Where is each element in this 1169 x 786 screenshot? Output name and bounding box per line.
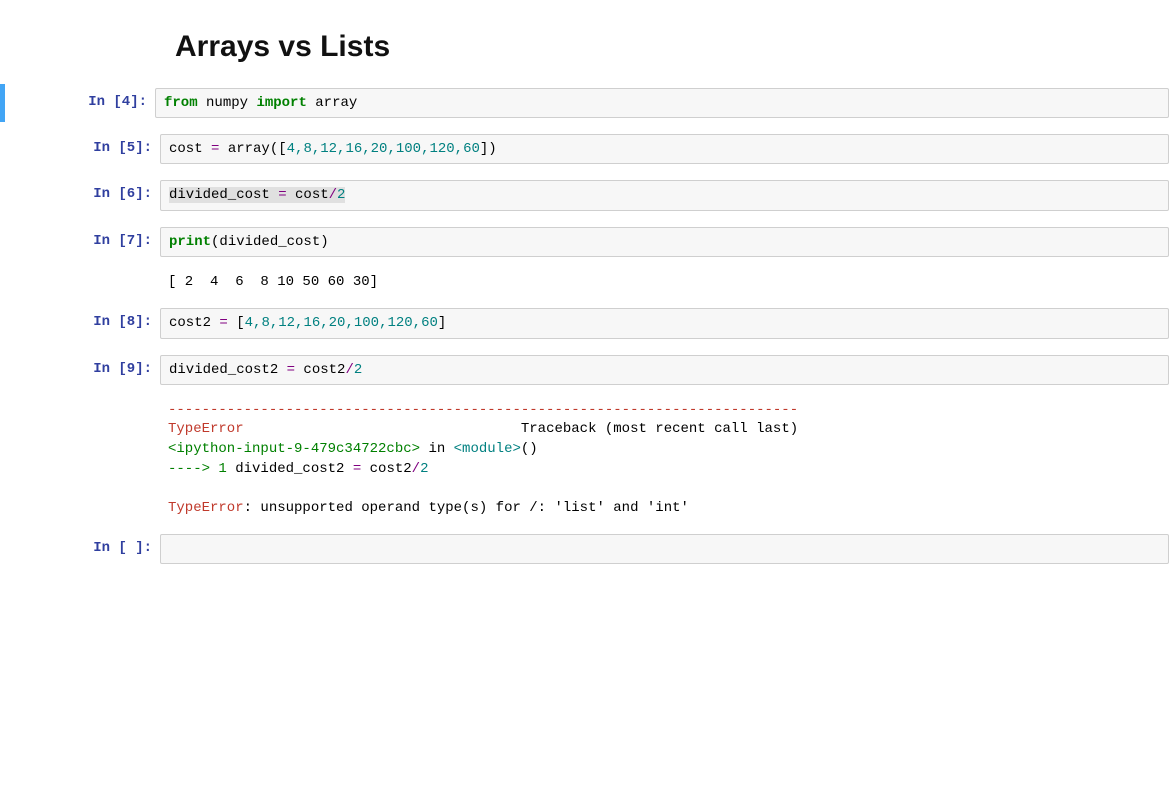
code-input[interactable]	[160, 534, 1169, 564]
number-list: 4,8,12,16,20,100,120,60	[245, 315, 438, 331]
module-name: numpy	[206, 95, 248, 111]
code-text: ]	[438, 315, 446, 331]
operator-eq: =	[219, 315, 227, 331]
input-prompt: In [5]:	[5, 134, 160, 164]
input-prompt: In [7]:	[5, 227, 160, 257]
var-text: divided_cost	[169, 187, 278, 203]
var-text: divided_cost2	[169, 362, 287, 378]
keyword-from: from	[164, 95, 198, 111]
section-heading: Arrays vs Lists	[175, 30, 1169, 64]
input-prompt: In [9]:	[5, 355, 160, 385]
input-prompt: In [4]:	[5, 88, 155, 118]
err-op: /	[412, 461, 420, 477]
error-type: TypeError	[168, 421, 244, 437]
input-prompt: In [ ]:	[5, 534, 160, 564]
error-message: : unsupported operand type(s) for /: 'li…	[244, 500, 689, 516]
code-input[interactable]: cost = array([4,8,12,16,20,100,120,60])	[160, 134, 1169, 164]
code-cell-9[interactable]: In [9]: divided_cost2 = cost2/2	[0, 351, 1169, 389]
code-cell-empty[interactable]: In [ ]:	[0, 530, 1169, 568]
code-input[interactable]: print(divided_cost)	[160, 227, 1169, 257]
number-list: 4,8,12,16,20,100,120,60	[287, 141, 480, 157]
code-input[interactable]: cost2 = [4,8,12,16,20,100,120,60]	[160, 308, 1169, 338]
code-text: array([	[219, 141, 286, 157]
code-text: [	[228, 315, 245, 331]
code-text: cost	[287, 187, 329, 203]
code-cell-5[interactable]: In [5]: cost = array([4,8,12,16,20,100,1…	[0, 130, 1169, 168]
error-divider: ----------------------------------------…	[168, 402, 798, 418]
operator-div: /	[329, 187, 337, 203]
code-cell-4[interactable]: In [4]: from numpy import array	[0, 84, 1169, 122]
var-text: cost2	[169, 315, 219, 331]
output-stdout: [ 2 4 6 8 10 50 60 30]	[160, 269, 1169, 297]
builtin-print: print	[169, 234, 211, 250]
operator-eq: =	[278, 187, 286, 203]
code-cell-7[interactable]: In [7]: print(divided_cost)	[0, 223, 1169, 261]
operator-div: /	[345, 362, 353, 378]
var-text: cost	[169, 141, 211, 157]
code-input[interactable]: divided_cost2 = cost2/2	[160, 355, 1169, 385]
code-text: ])	[480, 141, 497, 157]
err-eq: =	[353, 461, 361, 477]
err-code: cost2	[361, 461, 411, 477]
keyword-import: import	[256, 95, 306, 111]
module-ref: <module>	[454, 441, 521, 457]
in-word: in	[420, 441, 454, 457]
code-input[interactable]: from numpy import array	[155, 88, 1169, 118]
ipython-input-ref: <ipython-input-9-479c34722cbc>	[168, 441, 420, 457]
code-cell-6[interactable]: In [6]: divided_cost = cost/2	[0, 176, 1169, 214]
output-traceback: ----------------------------------------…	[160, 397, 1169, 523]
error-arrow: ----> 1	[168, 461, 227, 477]
output-row-9: ----------------------------------------…	[0, 397, 1169, 523]
input-prompt: In [8]:	[5, 308, 160, 338]
notebook-container: Arrays vs Lists In [4]: from numpy impor…	[0, 0, 1169, 568]
paren: ()	[521, 441, 538, 457]
error-type-final: TypeError	[168, 500, 244, 516]
import-name: array	[315, 95, 357, 111]
highlighted-code: divided_cost = cost/2	[169, 187, 345, 203]
operator-eq: =	[287, 362, 295, 378]
output-row-7: [ 2 4 6 8 10 50 60 30]	[0, 269, 1169, 297]
err-code: divided_cost2	[227, 461, 353, 477]
code-cell-8[interactable]: In [8]: cost2 = [4,8,12,16,20,100,120,60…	[0, 304, 1169, 342]
code-text: cost2	[295, 362, 345, 378]
code-input[interactable]: divided_cost = cost/2	[160, 180, 1169, 210]
input-prompt: In [6]:	[5, 180, 160, 210]
number: 2	[337, 187, 345, 203]
traceback-label: Traceback (most recent call last)	[244, 421, 799, 437]
output-prompt-spacer	[5, 269, 160, 297]
number: 2	[354, 362, 362, 378]
output-prompt-spacer	[5, 397, 160, 523]
err-num: 2	[420, 461, 428, 477]
code-text: (divided_cost)	[211, 234, 329, 250]
